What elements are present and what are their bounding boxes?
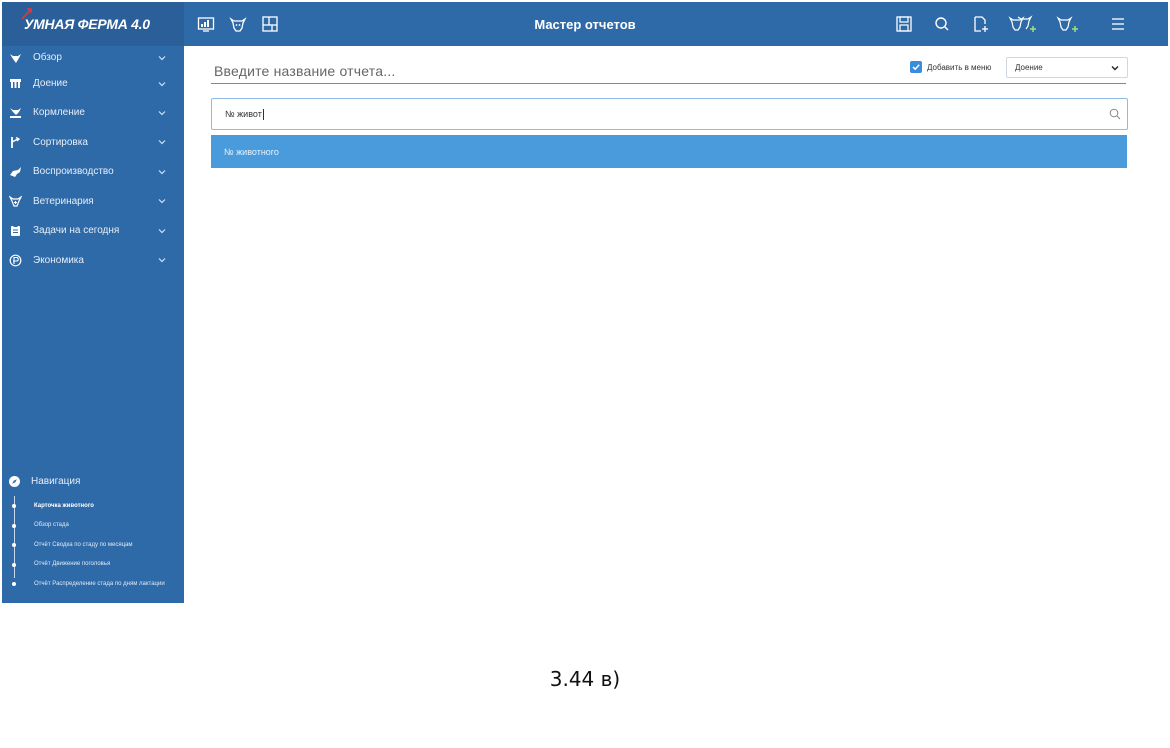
report-name-placeholder: Введите название отчета...: [214, 62, 396, 79]
menu-section-value: Доение: [1015, 63, 1043, 72]
search-icon[interactable]: [932, 14, 952, 34]
search-suggestion-item[interactable]: № животного: [211, 135, 1127, 168]
milking-icon: [7, 76, 23, 92]
sidebar-item-label: Доение: [33, 78, 68, 89]
sidebar-item-overview[interactable]: Обзор: [2, 46, 184, 69]
sidebar-item-veterinary[interactable]: Ветеринария: [2, 187, 184, 217]
sidebar-item-sorting[interactable]: Сортировка: [2, 128, 184, 158]
main-content: Введите название отчета... Добавить в ме…: [184, 46, 1168, 603]
nav-dot: [12, 582, 16, 586]
navigation-list: Карточка животного Обзор стада Отчёт Сво…: [2, 496, 184, 594]
search-icon[interactable]: [1109, 108, 1121, 120]
nav-link-label: Отчёт Сводка по стаду по месяцам: [34, 541, 133, 548]
chevron-down-icon: [1111, 66, 1119, 71]
veterinary-icon: [7, 193, 23, 209]
chevron-down-icon: [158, 199, 166, 204]
cow-group-add-icon[interactable]: [1008, 14, 1038, 34]
app-window: УМНАЯ ФЕРМА 4.0 Мастер отчетов Обзор Дое…: [2, 2, 1168, 603]
sidebar-item-milking[interactable]: Доение: [2, 69, 184, 98]
reproduction-icon: [7, 164, 23, 180]
nav-link-label: Обзор стада: [34, 522, 69, 529]
nav-link-herd-summary-report[interactable]: Отчёт Сводка по стаду по месяцам: [12, 535, 184, 555]
compass-icon: [9, 475, 20, 487]
sidebar-item-label: Задачи на сегодня: [33, 225, 120, 237]
overview-icon: [7, 50, 23, 66]
navigation-section: Навигация Карточка животного Обзор стада…: [2, 470, 184, 594]
sidebar-item-label: Кормление: [33, 107, 85, 119]
tasks-icon: [7, 223, 23, 239]
logo-star-icon: [21, 8, 32, 20]
nav-dot: [12, 562, 16, 567]
floorplan-icon[interactable]: [261, 15, 279, 33]
nav-link-lactation-distribution-report[interactable]: Отчёт Распределение стада по дням лактац…: [12, 574, 184, 594]
nav-link-label: Отчёт Движение поголовья: [34, 561, 111, 568]
sidebar-item-reproduction[interactable]: Воспроизводство: [2, 157, 184, 187]
navigation-header[interactable]: Навигация: [2, 470, 184, 492]
add-to-menu-checkbox[interactable]: Добавить в меню: [910, 61, 991, 73]
navigation-title: Навигация: [31, 475, 81, 487]
figure-caption: 3.44 в): [549, 667, 621, 691]
nav-link-livestock-movement-report[interactable]: Отчёт Движение поголовья: [12, 555, 184, 575]
chevron-down-icon: [158, 110, 166, 116]
sidebar-item-label: Сортировка: [33, 136, 88, 148]
chevron-down-icon: [158, 81, 166, 86]
chevron-down-icon: [158, 169, 166, 175]
cow-icon[interactable]: [229, 15, 247, 33]
nav-dot: [12, 504, 16, 508]
sorting-icon: [7, 134, 23, 150]
search-value: № живот: [225, 109, 262, 119]
field-search-input[interactable]: № живот: [211, 98, 1128, 130]
sidebar-item-label: Ветеринария: [33, 195, 94, 207]
sidebar-item-tasks[interactable]: Задачи на сегодня: [2, 216, 184, 246]
chevron-down-icon: [158, 55, 166, 60]
logo[interactable]: УМНАЯ ФЕРМА 4.0: [2, 2, 184, 46]
chevron-down-icon: [158, 258, 166, 263]
sidebar-item-label: Воспроизводство: [33, 166, 114, 178]
chevron-down-icon: [158, 228, 166, 234]
chevron-down-icon: [158, 140, 166, 145]
sidebar-item-feeding[interactable]: Кормление: [2, 98, 184, 128]
nav-link-label: Карточка животного: [34, 502, 94, 509]
dashboard-icon[interactable]: [197, 15, 215, 33]
sidebar-item-economy[interactable]: Экономика: [2, 246, 184, 276]
sidebar-item-label: Обзор: [33, 52, 62, 63]
menu-section-select[interactable]: Доение: [1006, 57, 1128, 78]
logo-text: УМНАЯ ФЕРМА 4.0: [24, 16, 150, 32]
sidebar-menu: Обзор Доение Кормление Сортировка Воспро: [2, 46, 184, 275]
economy-icon: [7, 252, 23, 268]
nav-link-animal-card[interactable]: Карточка животного: [12, 496, 184, 516]
add-to-menu-label: Добавить в меню: [927, 62, 992, 72]
nav-link-herd-overview[interactable]: Обзор стада: [12, 516, 184, 536]
checkbox-checked[interactable]: [910, 61, 922, 73]
checkmark-icon: [912, 64, 920, 71]
nav-link-label: Отчёт Распределение стада по дням лактац…: [34, 580, 165, 587]
feeding-icon: [7, 105, 23, 121]
suggestion-label: № животного: [224, 146, 279, 157]
cow-add-icon[interactable]: [1056, 14, 1080, 34]
nav-dot: [12, 543, 16, 547]
text-caret: [262, 108, 264, 120]
add-file-icon[interactable]: [970, 14, 990, 34]
sidebar: Обзор Доение Кормление Сортировка Воспро: [2, 46, 184, 603]
sidebar-item-label: Экономика: [33, 254, 84, 266]
top-bar: УМНАЯ ФЕРМА 4.0 Мастер отчетов: [2, 2, 1168, 46]
nav-dot: [12, 523, 16, 528]
hamburger-menu-icon[interactable]: [1108, 14, 1128, 34]
save-icon[interactable]: [894, 14, 914, 34]
